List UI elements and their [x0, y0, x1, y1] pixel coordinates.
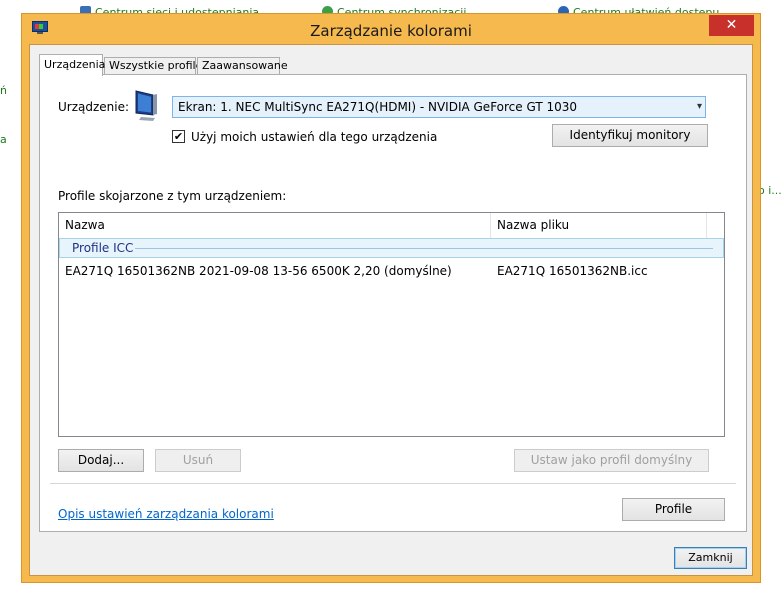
- group-divider: [135, 248, 713, 249]
- tab-all-profiles[interactable]: Wszystkie profile: [104, 57, 202, 74]
- bg-fragment: ń: [0, 84, 7, 97]
- profile-name-cell: EA271Q 16501362NB 2021-09-08 13-56 6500K…: [65, 264, 452, 278]
- device-dropdown-value: Ekran: 1. NEC MultiSync EA271Q(HDMI) - N…: [178, 100, 578, 114]
- device-label: Urządzenie:: [58, 100, 130, 114]
- table-row[interactable]: EA271Q 16501362NB 2021-09-08 13-56 6500K…: [59, 261, 724, 281]
- use-my-settings-label[interactable]: Użyj moich ustawień dla tego urządzenia: [191, 130, 437, 144]
- close-button[interactable]: Zamknij: [674, 547, 747, 569]
- close-window-button[interactable]: ✕: [709, 15, 754, 36]
- title-bar[interactable]: Zarządzanie kolorami ✕: [22, 14, 760, 44]
- profiles-button[interactable]: Profile: [622, 498, 725, 521]
- dialog-client-area: Urządzenia Wszystkie profile Zaawansowan…: [29, 44, 753, 576]
- profiles-section-label: Profile skojarzone z tym urządzeniem:: [58, 189, 287, 203]
- bg-fragment: a: [0, 133, 7, 146]
- monitor-icon: [135, 90, 157, 121]
- profiles-list[interactable]: Nazwa Nazwa pliku Profile ICC EA271Q 165…: [58, 212, 725, 437]
- profile-file-cell: EA271Q 16501362NB.icc: [497, 264, 648, 278]
- device-dropdown[interactable]: Ekran: 1. NEC MultiSync EA271Q(HDMI) - N…: [172, 96, 706, 118]
- column-header-filename[interactable]: Nazwa pliku: [491, 213, 707, 238]
- add-profile-button[interactable]: Dodaj...: [58, 449, 144, 472]
- color-management-window: Zarządzanie kolorami ✕ Urządzenia Wszyst…: [21, 13, 761, 583]
- bg-fragment: o i...: [758, 184, 782, 197]
- tab-advanced[interactable]: Zaawansowane: [197, 57, 288, 74]
- group-label: Profile ICC: [72, 241, 134, 255]
- set-default-profile-button[interactable]: Ustaw jako profil domyślny: [514, 449, 709, 472]
- column-header-name[interactable]: Nazwa: [59, 213, 491, 238]
- devices-tab-panel: Urządzenie: Ekran: 1. NEC MultiSync EA27…: [39, 74, 747, 532]
- list-header: Nazwa Nazwa pliku: [59, 213, 724, 239]
- window-title: Zarządzanie kolorami: [310, 22, 472, 40]
- use-my-settings-checkbox[interactable]: ✔: [172, 130, 185, 143]
- color-management-help-link[interactable]: Opis ustawień zarządzania kolorami: [58, 507, 274, 521]
- group-header-icc[interactable]: Profile ICC: [59, 238, 724, 258]
- remove-profile-button[interactable]: Usuń: [155, 449, 241, 472]
- chevron-down-icon: ▾: [696, 101, 702, 112]
- tab-devices[interactable]: Urządzenia: [39, 54, 105, 76]
- identify-monitors-button[interactable]: Identyfikuj monitory: [552, 124, 708, 147]
- divider: [50, 483, 736, 484]
